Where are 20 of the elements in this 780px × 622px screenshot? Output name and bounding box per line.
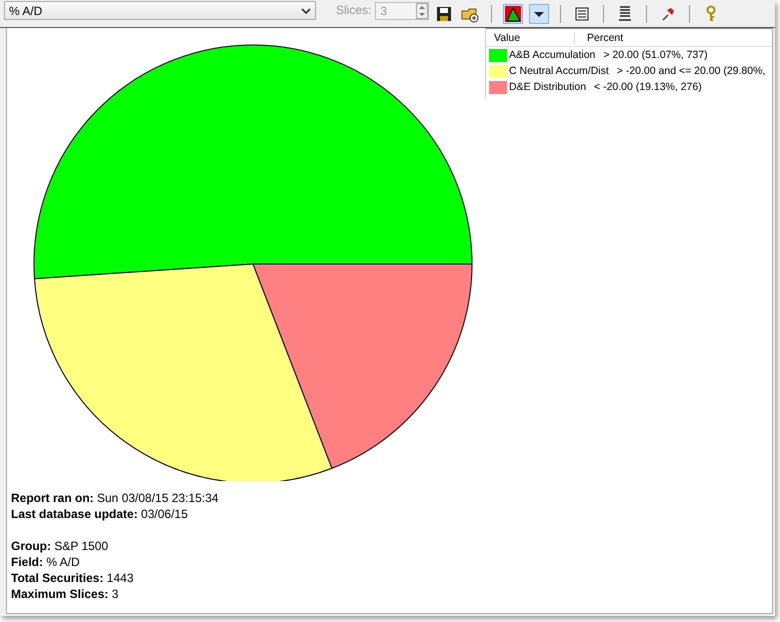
legend-label: A&B Accumulation — [509, 49, 596, 61]
column-header[interactable]: Percent — [575, 32, 624, 44]
report-line: Report ran on: Sun 03/08/15 23:15:34 — [11, 490, 220, 506]
legend-label: D&E Distribution — [509, 81, 586, 93]
legend-range: > 20.00 (51.07%, 737) — [603, 49, 708, 61]
legend-label: C Neutral Accum/Dist — [509, 65, 609, 77]
pie-chart-icon[interactable] — [504, 4, 522, 22]
field-dropdown[interactable]: % A/D — [4, 1, 316, 20]
legend-range: > -20.00 and <= 20.00 (29.80%, — [616, 65, 766, 77]
chevron-icon — [301, 6, 311, 14]
spin-arrows-icon[interactable] — [416, 2, 428, 18]
report-line: Field: % A/D — [11, 554, 81, 570]
report-line: Last database update: 03/06/15 — [11, 506, 189, 522]
column-header[interactable]: Value — [486, 32, 575, 44]
report-line: Maximum Slices: 3 — [11, 586, 120, 602]
report-line: Total Securities: 1443 — [11, 570, 134, 586]
slices-label: Slices: — [336, 2, 372, 16]
legend-range: < -20.00 (19.13%, 276) — [594, 81, 702, 93]
report-line: Group: S&P 1500 — [11, 538, 110, 554]
list-icon[interactable] — [573, 4, 592, 22]
